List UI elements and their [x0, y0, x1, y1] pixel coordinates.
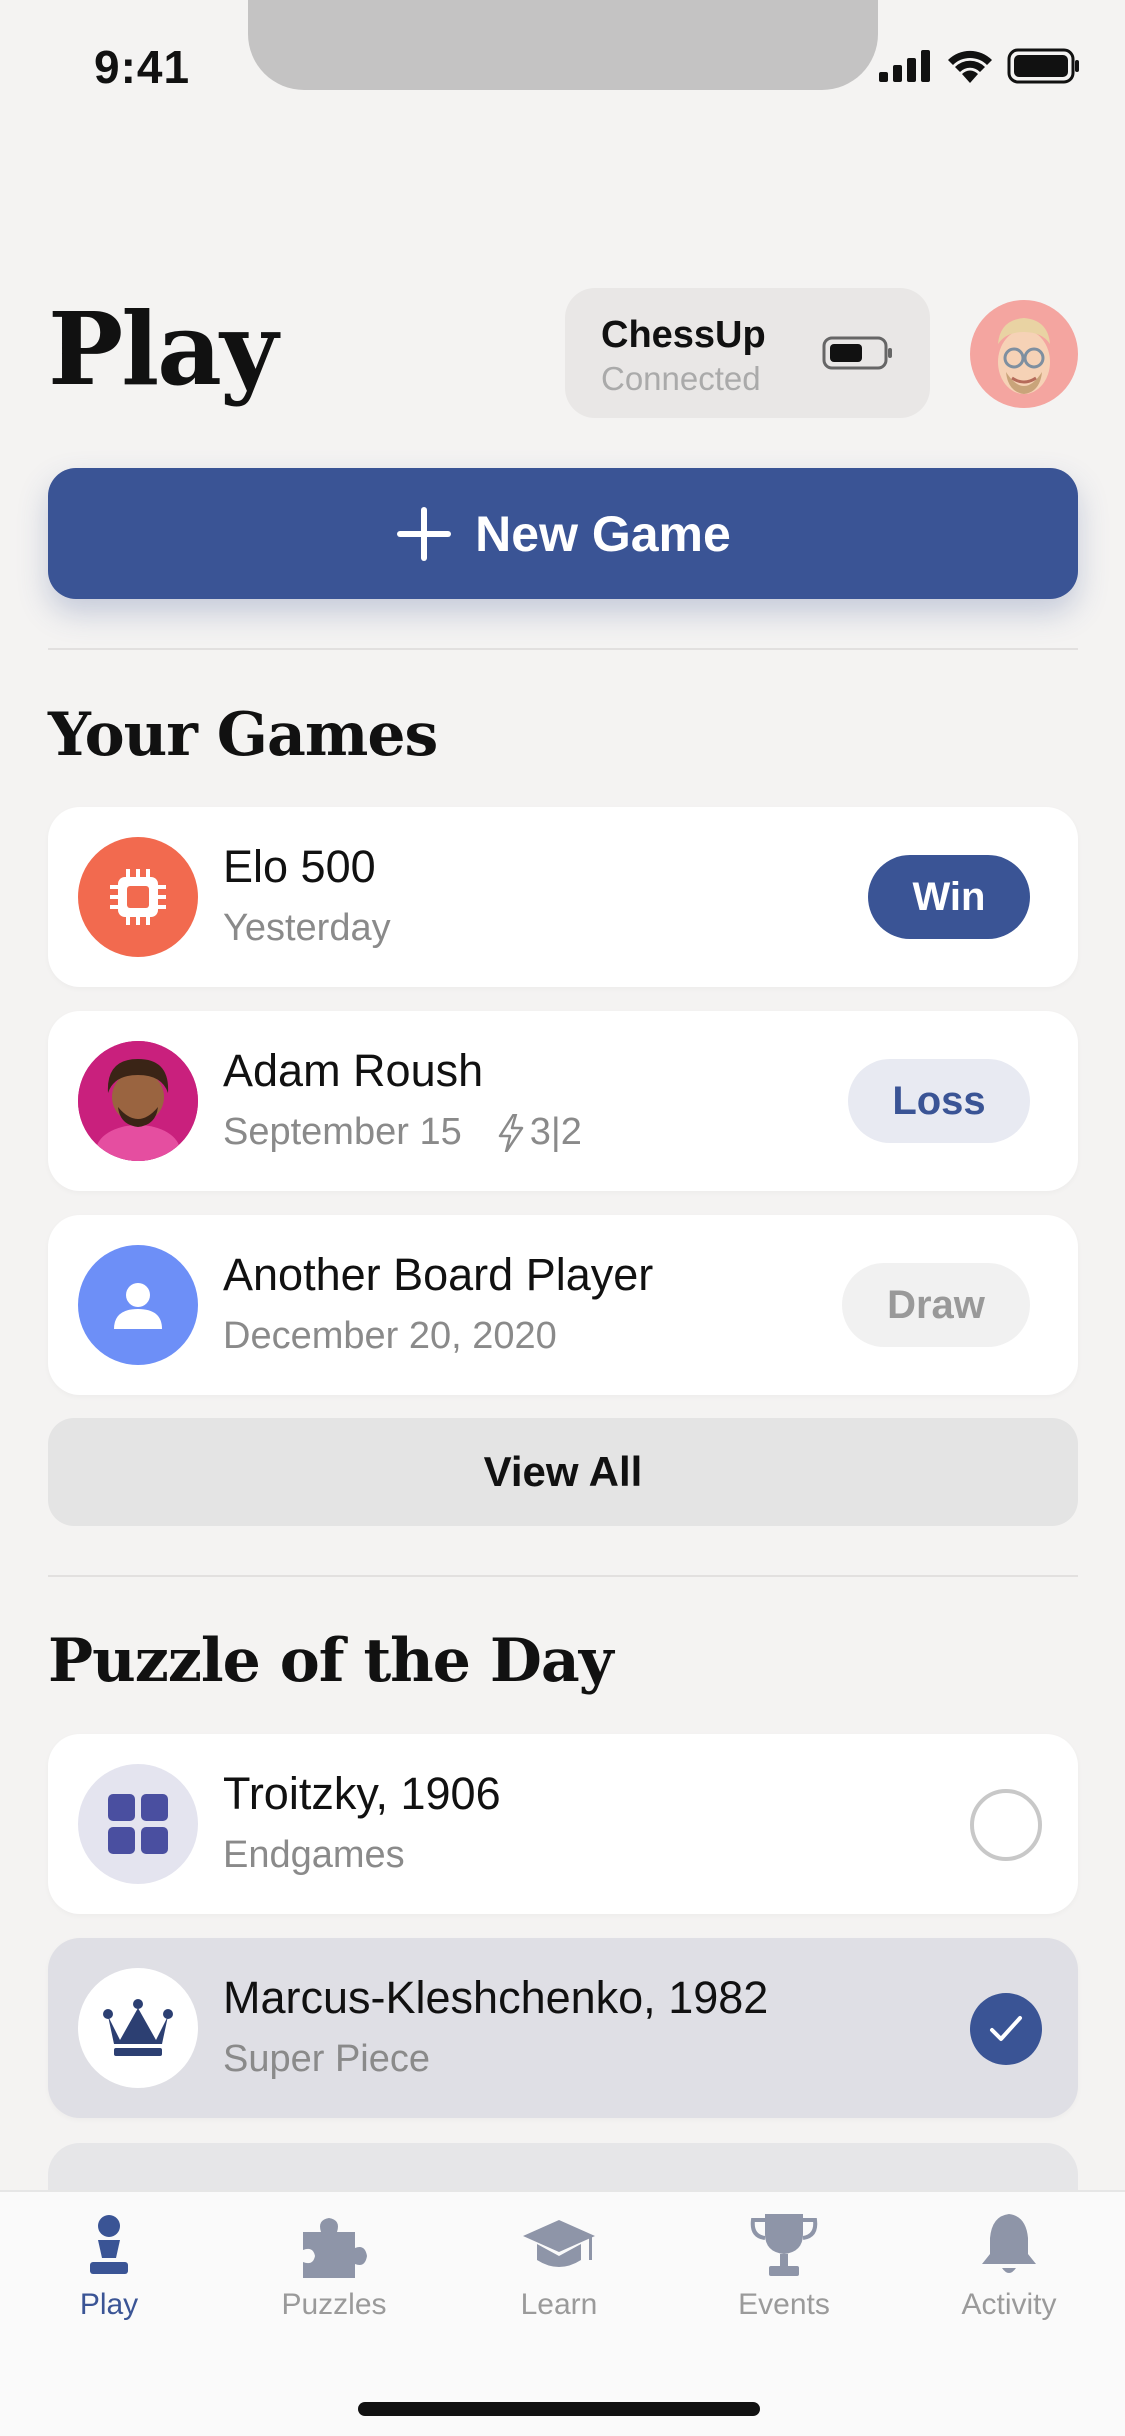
- tab-puzzles[interactable]: Puzzles: [244, 2210, 424, 2330]
- plus-icon: [397, 506, 452, 561]
- result-badge-loss: Loss: [848, 1059, 1030, 1143]
- game-card[interactable]: Adam Roush September 15 3|2 Loss: [48, 1011, 1078, 1191]
- puzzle-category-badge: [78, 1764, 198, 1884]
- user-avatar[interactable]: [970, 300, 1078, 408]
- person-icon: [114, 1283, 162, 1329]
- opponent-name: Elo 500: [223, 841, 376, 892]
- tab-activity[interactable]: Activity: [919, 2210, 1099, 2330]
- memoji-avatar-icon: [998, 318, 1050, 394]
- wifi-icon: [948, 50, 992, 83]
- status-icons: [879, 48, 1081, 84]
- puzzle-card[interactable]: Marcus-Kleshchenko, 1982 Super Piece: [48, 1938, 1078, 2118]
- incomplete-circle-icon[interactable]: [970, 1789, 1042, 1861]
- tab-play[interactable]: Play: [19, 2210, 199, 2330]
- device-status-pill[interactable]: ChessUp Connected: [565, 288, 930, 418]
- device-name: ChessUp: [601, 314, 766, 356]
- tab-bar: Play Puzzles Learn Events Activity: [0, 2190, 1125, 2436]
- new-game-button[interactable]: New Game: [48, 468, 1078, 599]
- computer-chip-icon: [110, 869, 166, 925]
- page-title: Play: [48, 290, 278, 408]
- opponent-name: Adam Roush: [223, 1045, 484, 1096]
- tab-label: Learn: [520, 2288, 598, 2321]
- tab-events[interactable]: Events: [694, 2210, 874, 2330]
- puzzle-category-badge: [78, 1968, 198, 2088]
- game-date: Yesterday: [223, 907, 391, 949]
- tab-learn[interactable]: Learn: [469, 2210, 649, 2330]
- puzzle-name: Troitzky, 1906: [223, 1768, 501, 1819]
- puzzle-name: Marcus-Kleshchenko, 1982: [223, 1972, 769, 2023]
- checkmark-icon[interactable]: [970, 1993, 1042, 2065]
- home-indicator: [358, 2402, 760, 2416]
- tab-label: Play: [79, 2288, 139, 2321]
- status-time: 9:41: [94, 41, 191, 93]
- notch: [248, 0, 878, 90]
- graduation-cap-icon: [523, 2220, 595, 2267]
- puzzle-card[interactable]: Troitzky, 1906 Endgames: [48, 1734, 1078, 1914]
- crown-icon: [103, 1999, 173, 2056]
- divider: [48, 648, 1078, 650]
- game-card[interactable]: Another Board Player December 20, 2020 D…: [48, 1215, 1078, 1395]
- game-card[interactable]: Elo 500 Yesterday Win: [48, 807, 1078, 987]
- game-date: December 20, 2020: [223, 1315, 557, 1357]
- pawn-icon: [90, 2215, 128, 2274]
- grid-squares-icon: [108, 1794, 168, 1854]
- person-photo-icon: [78, 1041, 198, 1161]
- status-bar: 9:41: [0, 0, 1125, 130]
- result-badge-win: Win: [868, 855, 1030, 939]
- battery-icon: [1007, 48, 1079, 84]
- game-date: September 15: [223, 1111, 462, 1153]
- bell-icon: [982, 2214, 1036, 2273]
- opponent-avatar: [78, 837, 198, 957]
- opponent-avatar: [78, 1245, 198, 1365]
- result-badge-draw: Draw: [842, 1263, 1030, 1347]
- trophy-icon: [750, 2214, 818, 2276]
- opponent-avatar: [78, 1041, 198, 1161]
- time-control: 3|2: [529, 1111, 582, 1153]
- device-connection-status: Connected: [601, 360, 761, 397]
- cellular-signal-icon: [879, 50, 930, 82]
- your-games-heading: Your Games: [48, 700, 438, 770]
- tab-label: Activity: [961, 2288, 1057, 2321]
- divider: [48, 1575, 1078, 1577]
- puzzle-category: Endgames: [223, 1834, 405, 1876]
- opponent-name: Another Board Player: [223, 1249, 654, 1300]
- puzzle-icon: [303, 2218, 367, 2278]
- device-battery-icon: [822, 336, 892, 370]
- new-game-label: New Game: [475, 505, 731, 562]
- puzzle-category: Super Piece: [223, 2038, 431, 2080]
- tab-label: Puzzles: [281, 2288, 387, 2321]
- lightning-bolt-icon: [498, 1113, 523, 1152]
- puzzle-of-the-day-heading: Puzzle of the Day: [48, 1626, 614, 1696]
- tab-label: Events: [738, 2288, 830, 2321]
- view-all-button[interactable]: View All: [48, 1418, 1078, 1526]
